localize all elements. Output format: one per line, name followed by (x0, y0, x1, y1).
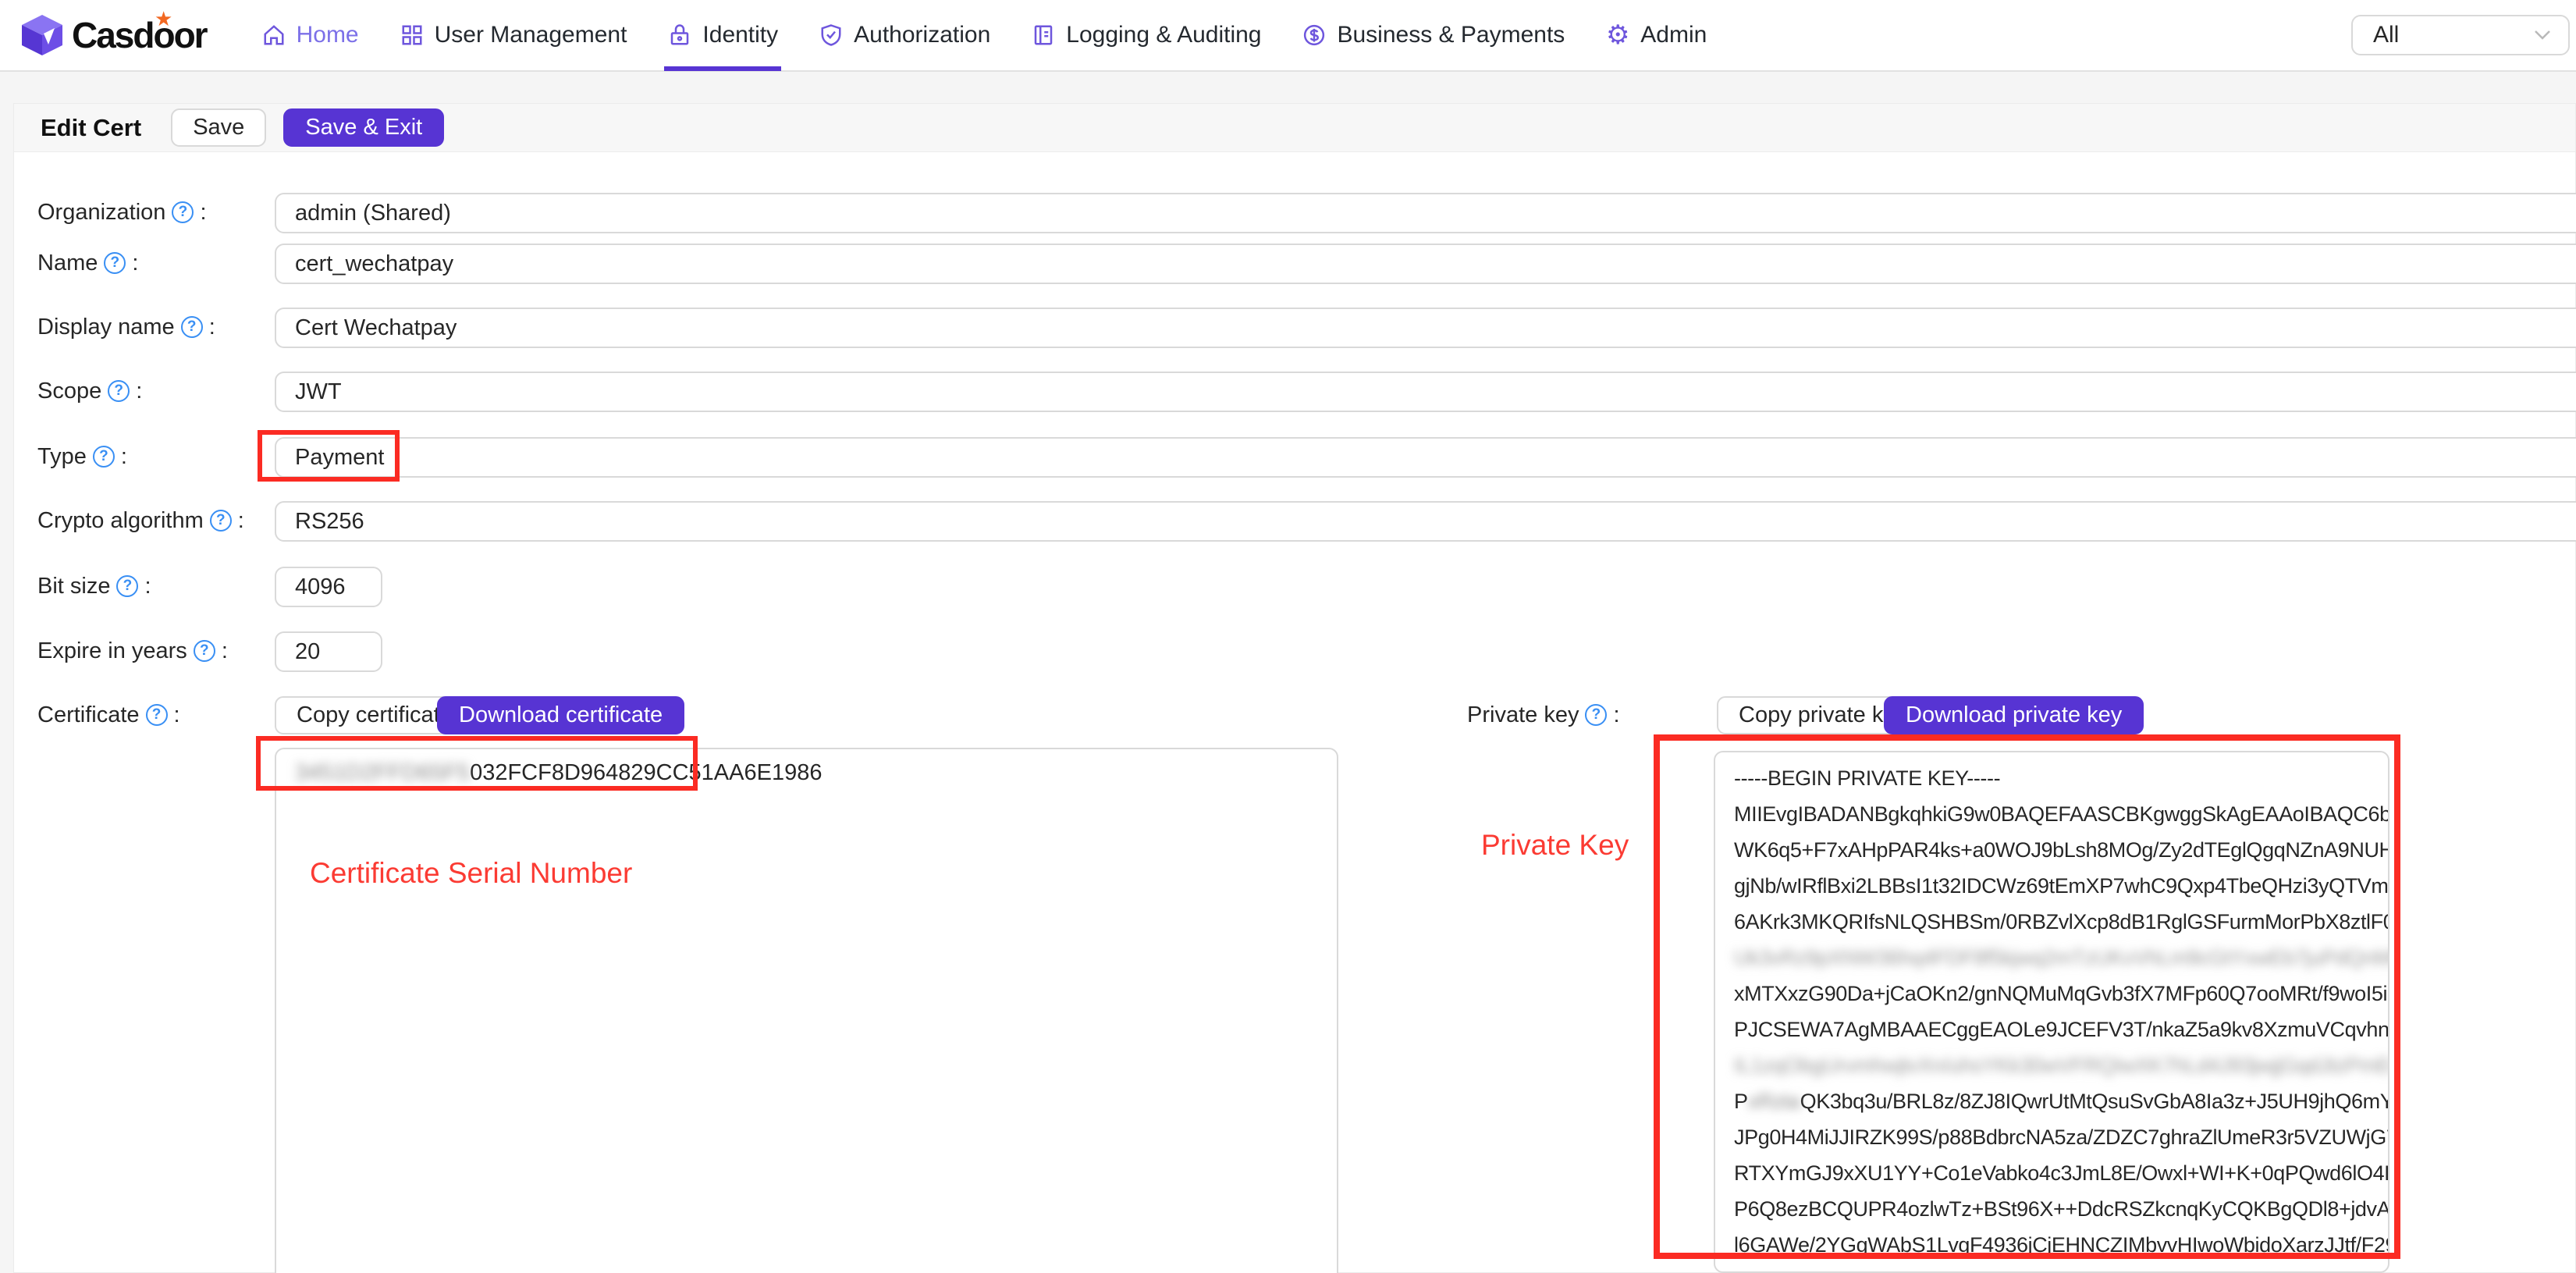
help-icon[interactable]: ? (104, 252, 126, 274)
pk-line: 6AKrk3MKQRIfsNLQSHBSm/0RBZvlXcp8dB1RglGS… (1734, 904, 2382, 940)
casdoor-cube-icon (20, 13, 64, 57)
pk-line: RTXYmGJ9xXU1YY+Co1eVabko4c3JmL8E/Owxl+WI… (1734, 1155, 2382, 1191)
bit-size-label: Bit size?: (37, 572, 151, 600)
pk-line: ilLoWii1Un+tnjyxuJdgKvu4sbCpevTsFvFkbRWf… (1734, 1263, 2382, 1273)
pk-line: PJCSEWA7AgMBAAECggEAOLe9JCEFV3T/nkaZ5a9k… (1734, 1012, 2382, 1047)
grid-icon (400, 23, 425, 48)
crypto-algorithm-label: Crypto algorithm?: (37, 507, 244, 535)
help-icon[interactable]: ? (1585, 704, 1607, 726)
logo-star-icon: ★ (155, 7, 172, 31)
download-certificate-button[interactable]: Download certificate (437, 696, 684, 734)
organization-label: Organization?: (37, 198, 207, 226)
help-icon[interactable]: ? (194, 640, 215, 662)
pk-line: JPg0H4MiJJIRZK99S/p88BdbrcNA5za/ZDZC7ghr… (1734, 1119, 2382, 1155)
pk-line-redacted: Uk3vRz9pXNW36hq4FDF8f5kjwq2mTzUKvVhLm9cG… (1734, 940, 2382, 976)
scope-label: Scope?: (37, 377, 142, 405)
pk-line: WK6q5+F7xAHpPAR4ks+a0WOJ9bLsh8MOg/Zy2dTE… (1734, 832, 2382, 868)
type-label: Type?: (37, 443, 127, 471)
nav-label: User Management (435, 22, 627, 48)
certificate-serial-annotation: Certificate Serial Number (310, 857, 632, 890)
name-field[interactable]: cert_wechatpay (275, 244, 2576, 284)
redacted-segment: xRzta (1748, 1090, 1800, 1113)
top-navbar: Casdoor ★ Home User Management Identi (0, 0, 2576, 72)
certificate-textarea[interactable]: 3451D2FFD65F5032FCF8D964829CC51AA6E1986 (275, 748, 1338, 1273)
nav-item-business-payments[interactable]: Business & Payments (1281, 0, 1585, 71)
help-icon[interactable]: ? (93, 446, 115, 468)
main-nav: Home User Management Identity Authorizat… (241, 0, 1728, 71)
download-private-key-button[interactable]: Download private key (1884, 696, 2144, 734)
lock-icon (667, 23, 692, 48)
organization-filter-select[interactable]: All (2351, 15, 2570, 55)
nav-item-authorization[interactable]: Authorization (798, 0, 1011, 71)
save-exit-button[interactable]: Save & Exit (283, 108, 444, 147)
redacted-serial-prefix: 3451D2FFD65F5 (295, 760, 470, 785)
private-key-textarea[interactable]: -----BEGIN PRIVATE KEY----- MIIEvgIBADAN… (1714, 751, 2389, 1273)
scope-field[interactable]: JWT (275, 372, 2576, 412)
expire-years-label: Expire in years?: (37, 637, 228, 665)
nav-item-identity[interactable]: Identity (647, 0, 798, 71)
nav-item-user-management[interactable]: User Management (379, 0, 648, 71)
logo-text: Casdoor (72, 14, 207, 56)
dollar-circle-icon (1302, 23, 1327, 48)
nav-label: Admin (1640, 22, 1707, 48)
bit-size-field[interactable]: 4096 (275, 567, 382, 607)
type-select[interactable]: Payment (275, 437, 2576, 478)
audit-log-icon (1031, 23, 1056, 48)
pk-line-redacted: IL1zqObgUrvmhwjtvXn/uhsYKk30wVFRQIwXK7hL… (1734, 1047, 2382, 1083)
nav-label: Home (297, 22, 359, 48)
organization-filter-value: All (2373, 22, 2399, 48)
nav-label: Business & Payments (1337, 22, 1565, 48)
nav-item-logging-auditing[interactable]: Logging & Auditing (1011, 0, 1281, 71)
certificate-label: Certificate?: (37, 701, 180, 729)
page-title: Edit Cert (41, 114, 141, 142)
nav-item-admin[interactable]: ⚙ Admin (1585, 0, 1727, 71)
save-button[interactable]: Save (171, 108, 266, 147)
private-key-content: -----BEGIN PRIVATE KEY----- MIIEvgIBADAN… (1734, 760, 2382, 1273)
help-icon[interactable]: ? (181, 316, 203, 338)
organization-field[interactable]: admin (Shared) (275, 193, 2576, 233)
casdoor-edit-cert-page: Casdoor ★ Home User Management Identi (0, 0, 2576, 1273)
pk-line: l6GAWe/2YGgWAbS1LvgF4936jCjEHNCZIMbvvHIw… (1734, 1227, 2382, 1263)
help-icon[interactable]: ? (146, 704, 168, 726)
pk-line: MIIEvgIBADANBgkqhkiG9w0BAQEFAASCBKgwggSk… (1734, 796, 2382, 832)
display-name-field[interactable]: Cert Wechatpay (275, 308, 2576, 348)
private-key-annotation: Private Key (1481, 829, 1629, 862)
help-icon[interactable]: ? (172, 201, 194, 223)
certificate-serial: 3451D2FFD65F5032FCF8D964829CC51AA6E1986 (295, 760, 822, 786)
nav-label: Authorization (854, 22, 990, 48)
pk-line: -----BEGIN PRIVATE KEY----- (1734, 760, 2382, 796)
expire-years-field[interactable]: 20 (275, 631, 382, 672)
pk-line: gjNb/wIRflBxi2LBBsI1t32IDCWz69tEmXP7whC9… (1734, 868, 2382, 904)
shield-check-icon (819, 23, 844, 48)
home-icon (261, 23, 286, 48)
pk-line: xMTXxzG90Da+jCaOKn2/gnNQMuMqGvb3fX7MFp60… (1734, 976, 2382, 1012)
gear-icon: ⚙ (1605, 23, 1630, 48)
nav-label: Logging & Auditing (1066, 22, 1261, 48)
crypto-algorithm-field[interactable]: RS256 (275, 501, 2576, 542)
help-icon[interactable]: ? (108, 380, 130, 402)
private-key-label: Private key?: (1467, 701, 1620, 729)
help-icon[interactable]: ? (210, 510, 232, 532)
display-name-label: Display name?: (37, 313, 215, 341)
help-icon[interactable]: ? (116, 575, 138, 597)
chevron-down-icon (2534, 30, 2551, 41)
nav-label: Identity (702, 22, 778, 48)
pk-line: P6Q8ezBCQUPR4ozlwTz+BSt96X++DdcRSZkcnqKy… (1734, 1191, 2382, 1227)
pk-line-partially-redacted: PxRztaQK3bq3u/BRL8z/8ZJ8IQwrUtMtQsuSvGbA… (1734, 1083, 2382, 1119)
name-label: Name?: (37, 249, 138, 277)
nav-item-home[interactable]: Home (241, 0, 379, 71)
card-toolbar: Edit Cert Save Save & Exit (14, 104, 2575, 152)
casdoor-logo[interactable]: Casdoor ★ (20, 13, 207, 57)
